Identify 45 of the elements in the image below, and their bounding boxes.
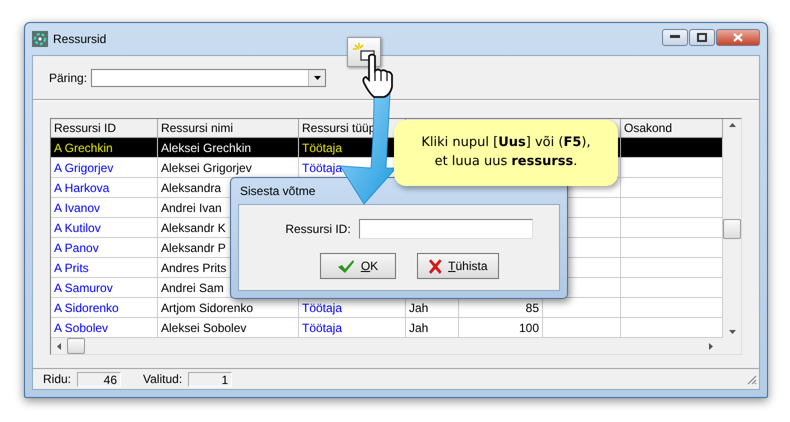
scroll-down-icon bbox=[728, 330, 736, 334]
maximize-button[interactable] bbox=[689, 28, 715, 46]
check-icon bbox=[336, 258, 355, 274]
scroll-thumb[interactable] bbox=[723, 218, 741, 238]
table-cell: A Samurov bbox=[51, 278, 158, 298]
scroll-up-icon bbox=[728, 123, 736, 127]
table-cell: Aleksei Grechkin bbox=[158, 138, 299, 158]
column-header[interactable]: Ressursi nimi bbox=[158, 119, 299, 138]
caret-icon bbox=[314, 76, 321, 80]
minimize-icon bbox=[670, 35, 680, 39]
app-icon bbox=[32, 31, 48, 47]
close-icon bbox=[733, 32, 743, 42]
status-value: 1 bbox=[188, 372, 232, 386]
vertical-scrollbar[interactable] bbox=[723, 119, 741, 338]
horizontal-scrollbar[interactable] bbox=[51, 338, 741, 354]
table-cell: A Prits bbox=[51, 258, 158, 278]
query-dropdown[interactable] bbox=[91, 69, 326, 87]
close-button[interactable] bbox=[716, 28, 760, 46]
cancel-button[interactable]: Tühista bbox=[416, 253, 498, 279]
table-cell: A Grigorjev bbox=[51, 158, 158, 178]
column-header[interactable]: Ressursi ID bbox=[51, 119, 158, 138]
input-field[interactable] bbox=[358, 219, 533, 239]
resize-grip-icon[interactable] bbox=[746, 374, 757, 384]
maximize-icon bbox=[697, 32, 707, 42]
status-label: Ridu: bbox=[43, 372, 72, 386]
table-cell: A Kutilov bbox=[51, 218, 158, 238]
scroll-thumb[interactable] bbox=[67, 338, 85, 354]
table-cell: A Ivanov bbox=[51, 198, 158, 218]
column-header[interactable]: Osakond bbox=[621, 119, 723, 138]
status-value: 46 bbox=[77, 372, 122, 386]
table-cell: A Sidorenko bbox=[51, 298, 158, 318]
new-button[interactable] bbox=[347, 37, 381, 67]
hand-cursor-icon bbox=[360, 53, 396, 99]
scroll-left-icon bbox=[57, 342, 61, 350]
window-title: Ressursid bbox=[53, 32, 108, 46]
query-label: Päring: bbox=[49, 71, 88, 85]
cross-icon bbox=[428, 258, 442, 274]
minimize-button[interactable] bbox=[662, 28, 688, 46]
scroll-right-icon bbox=[709, 342, 713, 350]
ok-button[interactable]: OK bbox=[320, 253, 396, 279]
status-label: Valitud: bbox=[143, 372, 182, 386]
table-cell: A Harkova bbox=[51, 178, 158, 198]
table-cell: A Grechkin bbox=[51, 138, 158, 158]
callout-text: Kliki nupul [Uus] või (F5), et luua uus ressurss. bbox=[421, 134, 591, 171]
table-cell: A Panov bbox=[51, 238, 158, 258]
